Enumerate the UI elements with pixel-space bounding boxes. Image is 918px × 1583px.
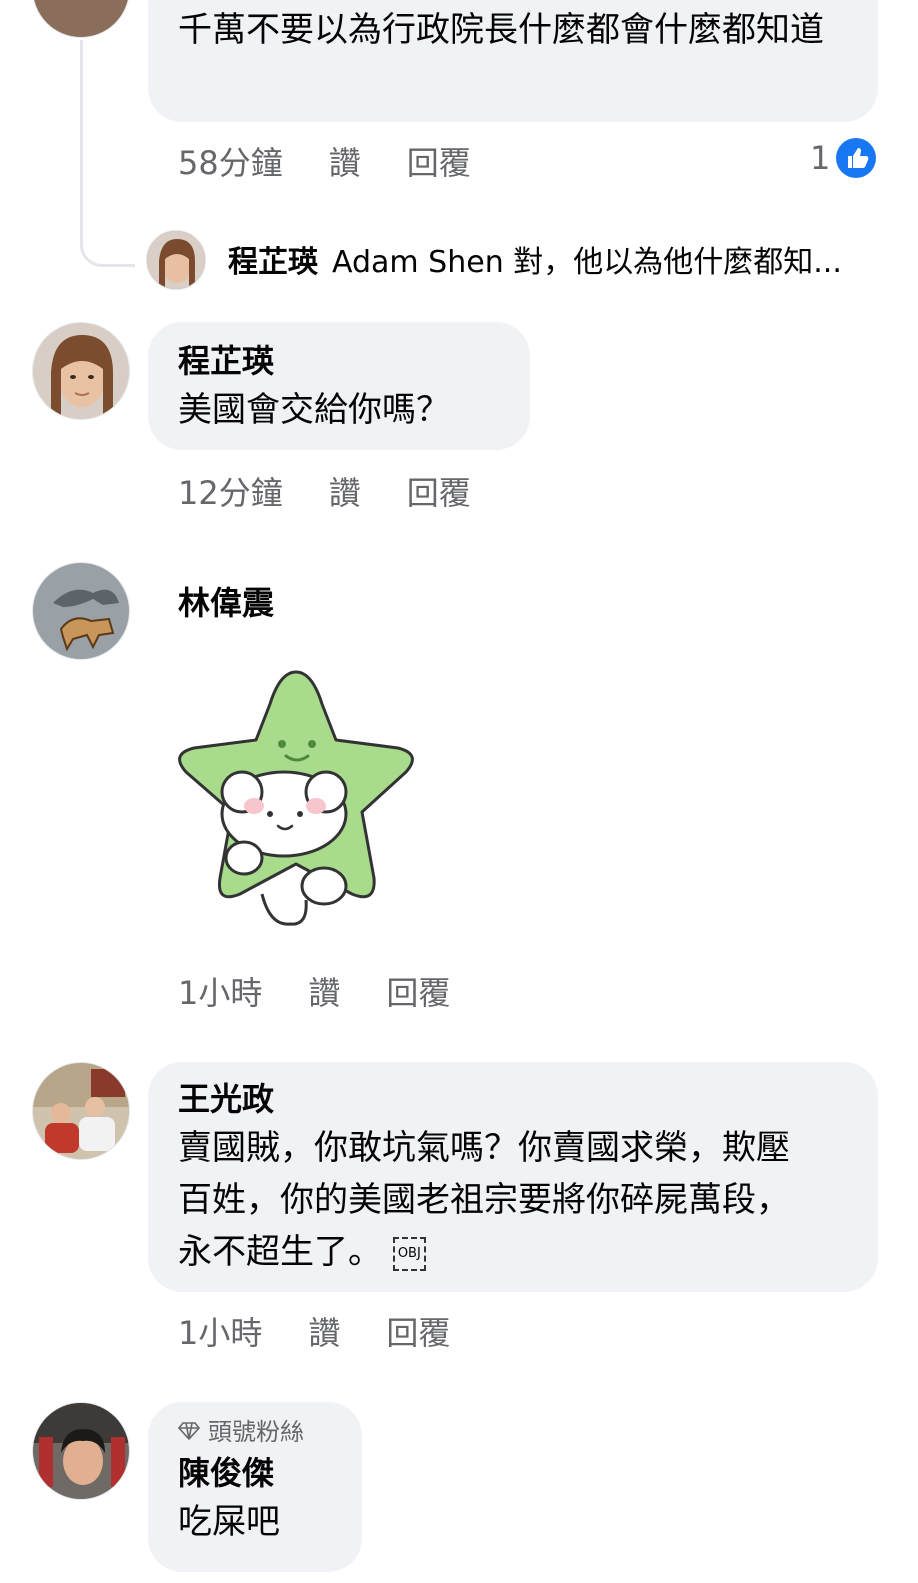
avatar-reply-preview[interactable] xyxy=(146,230,206,290)
comment1-like-button[interactable]: 讚 xyxy=(329,138,361,184)
comment2-bubble: 程芷瑛 美國會交給你嗎？ xyxy=(148,322,530,450)
like-reaction-icon xyxy=(836,138,877,178)
comment5-text: 吃屎吧 xyxy=(178,1502,280,1542)
comment1-reactions[interactable]: 1 xyxy=(810,138,877,178)
comment4-reply-button[interactable]: 回覆 xyxy=(386,1308,450,1354)
comment1-bubble: 千萬不要以為行政院長什麼都會什麼都知道 xyxy=(148,0,878,122)
comment2-text: 美國會交給你嗎？ xyxy=(178,390,450,430)
comment2-like-button[interactable]: 讚 xyxy=(329,468,361,514)
thread-connector xyxy=(80,40,135,267)
comment1-meta: 58分鐘 讚 回覆 xyxy=(178,138,517,184)
comment4-meta: 1小時 讚 回覆 xyxy=(178,1308,496,1354)
comment3-like-button[interactable]: 讚 xyxy=(308,968,340,1014)
comment4-time[interactable]: 1小時 xyxy=(178,1308,262,1354)
comment1-reply-button[interactable]: 回覆 xyxy=(407,138,471,184)
reply-preview[interactable]: 程芷瑛 Adam Shen 對，他以為他什麼都知... xyxy=(228,242,842,284)
comment1-text: 千萬不要以為行政院長什麼都會什麼都知道 xyxy=(178,10,824,50)
comment3-author[interactable]: 林偉震 xyxy=(178,580,274,626)
reaction-count: 1 xyxy=(810,139,831,177)
diamond-icon xyxy=(177,1414,201,1450)
comment1-time[interactable]: 58分鐘 xyxy=(178,138,283,184)
comment5-author[interactable]: 陳俊傑 xyxy=(178,1450,332,1496)
comment4-text-wrap: 賣國賊，你敢坑氣嗎？你賣國求榮，欺壓百姓，你的美國老祖宗要將你碎屍萬段，永不超生… xyxy=(178,1122,818,1278)
obj-placeholder-icon: OBJ xyxy=(392,1236,426,1271)
comment2-meta: 12分鐘 讚 回覆 xyxy=(178,468,517,514)
comment3-reply-button[interactable]: 回覆 xyxy=(386,968,450,1014)
comment4-text: 賣國賊，你敢坑氣嗎？你賣國求榮，欺壓百姓，你的美國老祖宗要將你碎屍萬段，永不超生… xyxy=(178,1128,790,1272)
comment2-author[interactable]: 程芷瑛 xyxy=(178,338,500,384)
comment5-bubble: 頭號粉絲 陳俊傑 吃屎吧 xyxy=(148,1402,362,1572)
avatar-comment2[interactable] xyxy=(32,322,130,420)
avatar-comment5[interactable] xyxy=(32,1402,130,1500)
avatar-comment3[interactable] xyxy=(32,562,130,660)
star-sticker[interactable] xyxy=(166,664,426,934)
comment4-bubble: 王光政 賣國賊，你敢坑氣嗎？你賣國求榮，欺壓百姓，你的美國老祖宗要將你碎屍萬段，… xyxy=(148,1062,878,1292)
avatar-comment4[interactable] xyxy=(32,1062,130,1160)
comment2-reply-button[interactable]: 回覆 xyxy=(407,468,471,514)
comment3-meta: 1小時 讚 回覆 xyxy=(178,968,496,1014)
comment4-like-button[interactable]: 讚 xyxy=(308,1308,340,1354)
reply-preview-text: Adam Shen 對，他以為他什麼都知... xyxy=(332,245,842,280)
comment3-time[interactable]: 1小時 xyxy=(178,968,262,1014)
reply-preview-name: 程芷瑛 xyxy=(228,245,318,280)
top-fan-label: 頭號粉絲 xyxy=(208,1418,304,1446)
avatar-comment1[interactable] xyxy=(32,0,130,38)
top-fan-badge: 頭號粉絲 xyxy=(177,1414,332,1450)
comment2-time[interactable]: 12分鐘 xyxy=(178,468,283,514)
comment4-author[interactable]: 王光政 xyxy=(178,1076,848,1122)
